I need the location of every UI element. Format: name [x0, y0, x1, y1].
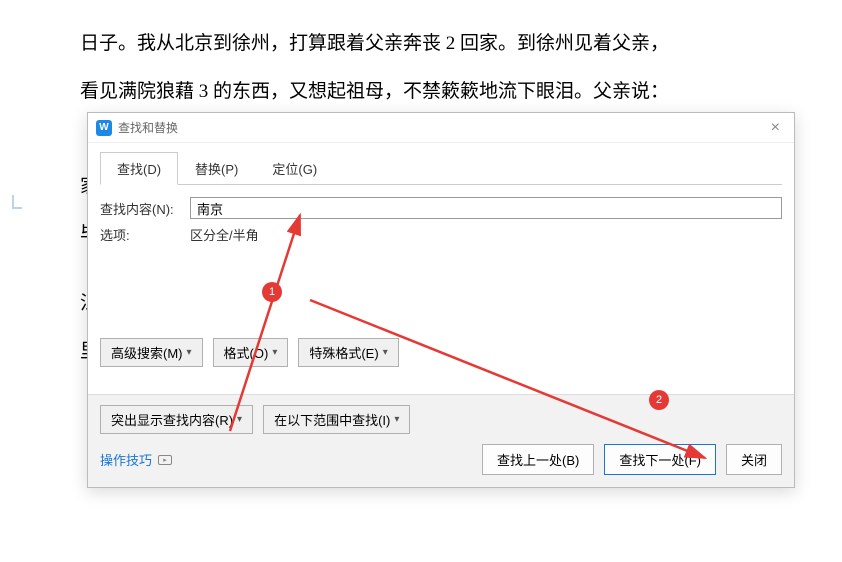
find-previous-button[interactable]: 查找上一处(B): [482, 444, 594, 475]
chevron-down-icon: ▾: [394, 414, 399, 425]
close-button[interactable]: 关闭: [726, 444, 782, 475]
find-next-button[interactable]: 查找下一处(F): [604, 444, 716, 475]
options-value: 区分全/半角: [190, 225, 259, 244]
doc-line: 看见满院狼藉 3 的东西，又想起祖母，不禁簌簌地流下眼泪。父亲说：: [80, 68, 762, 116]
format-button[interactable]: 格式(O)▾: [213, 338, 289, 367]
close-icon[interactable]: ×: [765, 119, 786, 137]
find-content-label: 查找内容(N):: [100, 199, 190, 218]
tab-replace[interactable]: 替换(P): [178, 152, 255, 185]
special-format-button[interactable]: 特殊格式(E)▾: [298, 338, 398, 367]
find-content-input[interactable]: [190, 197, 782, 219]
doc-line: 日子。我从北京到徐州，打算跟着父亲奔丧 2 回家。到徐州见着父亲，: [80, 20, 762, 68]
tips-link[interactable]: 操作技巧 ▸: [100, 450, 172, 469]
dialog-title: 查找和替换: [118, 119, 178, 136]
tab-bar: 查找(D) 替换(P) 定位(G): [100, 151, 782, 185]
app-icon: W: [96, 120, 112, 136]
tab-find[interactable]: 查找(D): [100, 152, 178, 185]
play-icon: ▸: [158, 455, 172, 465]
chevron-down-icon: ▾: [187, 347, 192, 358]
advanced-search-button[interactable]: 高级搜索(M)▾: [100, 338, 203, 367]
tab-goto[interactable]: 定位(G): [255, 152, 334, 185]
chevron-down-icon: ▾: [272, 347, 277, 358]
find-replace-dialog: W 查找和替换 × 查找(D) 替换(P) 定位(G) 查找内容(N): 选项:…: [87, 112, 795, 488]
paragraph-marker: [12, 195, 22, 209]
chevron-down-icon: ▾: [237, 414, 242, 425]
chevron-down-icon: ▾: [383, 347, 388, 358]
search-in-range-button[interactable]: 在以下范围中查找(I)▾: [263, 405, 410, 434]
dialog-titlebar[interactable]: W 查找和替换 ×: [88, 113, 794, 143]
options-label: 选项:: [100, 225, 190, 244]
highlight-results-button[interactable]: 突出显示查找内容(R)▾: [100, 405, 253, 434]
